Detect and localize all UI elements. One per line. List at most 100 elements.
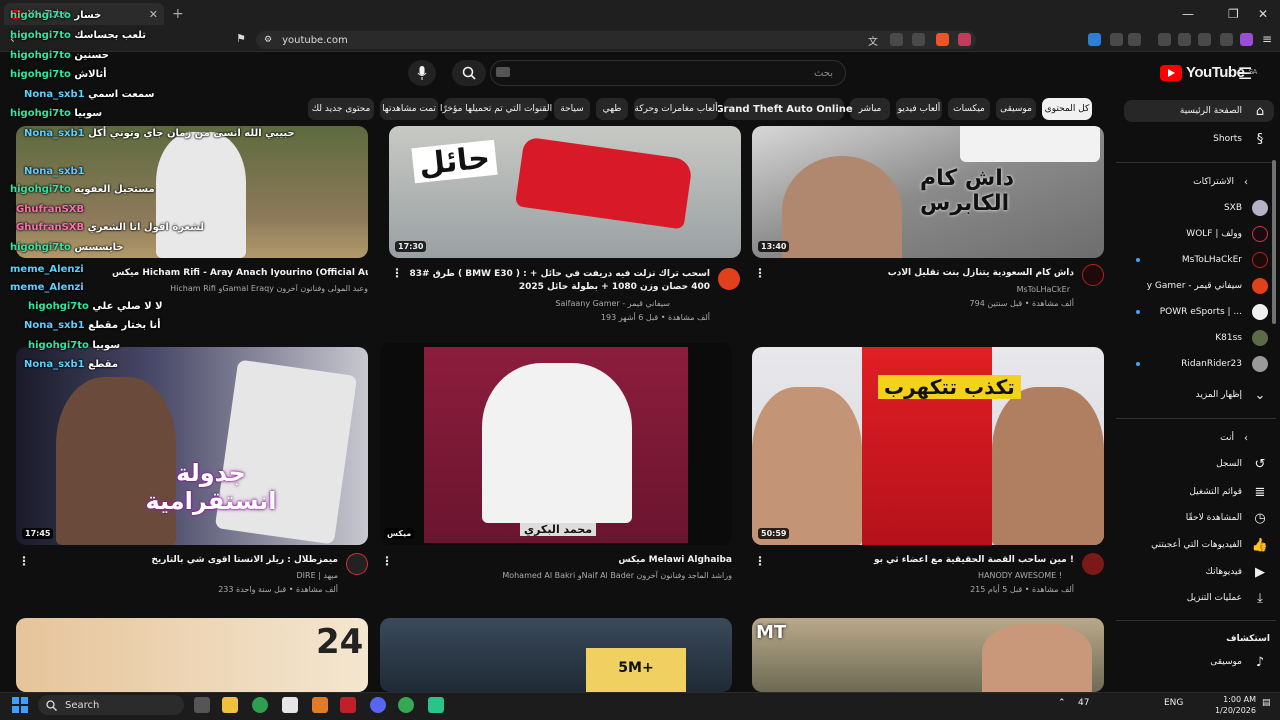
avatar[interactable] <box>1082 553 1104 575</box>
sidebar-item-music[interactable]: موسيقى ♪ <box>1124 651 1274 673</box>
video-thumbnail[interactable]: MT <box>752 618 1104 692</box>
more-options-icon[interactable]: ⋮ <box>18 554 30 568</box>
voice-search-button[interactable] <box>408 60 436 86</box>
windows-start-icon[interactable] <box>12 697 28 713</box>
chip[interactable]: ألعاب فيديو <box>896 98 942 120</box>
app-icon[interactable] <box>340 697 356 713</box>
notification-icon[interactable]: ▤ <box>1262 698 1271 708</box>
more-options-icon[interactable]: ⋮ <box>754 266 766 280</box>
search-input[interactable]: بحث <box>490 60 846 86</box>
sidebar-item-channel[interactable]: K81ss <box>1124 327 1274 349</box>
chrome-icon[interactable] <box>398 697 414 713</box>
bookmark-icon[interactable]: ⚑ <box>236 32 246 45</box>
video-channel[interactable]: DIRE | ميهد <box>40 571 338 580</box>
youtube-logo[interactable]: YouTube SA <box>1160 64 1257 81</box>
sidebar-item-downloads[interactable]: عمليات التنزيل ⤓ <box>1124 587 1274 609</box>
chip[interactable]: محتوى جديد لك <box>308 98 374 120</box>
video-thumbnail[interactable]: 5M+ <box>380 618 732 692</box>
cast-icon[interactable] <box>890 33 903 46</box>
chip[interactable]: القنوات التي تم تحميلها مؤخرًا <box>440 98 552 120</box>
video-channel[interactable]: HANODY AWESOME ! <box>770 571 1062 580</box>
wallet-icon[interactable] <box>1178 33 1191 46</box>
sidebar-item-channel[interactable]: MsToLHaCkEr <box>1124 249 1274 271</box>
video-thumbnail[interactable]: داش كام الكابرس 13:40 <box>752 126 1104 258</box>
chip[interactable]: موسيقى <box>996 98 1036 120</box>
extension-icon[interactable] <box>1088 33 1101 46</box>
extension-icon[interactable] <box>1110 33 1123 46</box>
language-indicator[interactable]: ENG <box>1164 698 1183 708</box>
chip-all[interactable]: كل المحتوى <box>1042 98 1092 120</box>
show-more-button[interactable]: إظهار المزيد ⌄ <box>1124 384 1274 406</box>
chip[interactable]: طهي <box>596 98 628 120</box>
minimize-icon[interactable]: — <box>1182 7 1194 21</box>
chat-username: Nona_sxb1 <box>24 359 85 370</box>
chip[interactable]: ألعاب مغامرات وحركة <box>634 98 718 120</box>
search-button[interactable] <box>452 60 486 86</box>
chip[interactable]: تمت مشاهدتها <box>380 98 438 120</box>
sidebar-toggle-icon[interactable] <box>1158 33 1171 46</box>
brave-shield-icon[interactable] <box>936 33 949 46</box>
you-header[interactable]: أنت ‹ <box>1124 427 1274 449</box>
tray-overflow-icon[interactable]: ⌃ <box>1058 698 1066 708</box>
sidebar-item-channel[interactable]: WOLF | وولف <box>1124 223 1274 245</box>
video-thumbnail[interactable]: محمد البكري ميكس <box>380 343 732 545</box>
app-icon[interactable] <box>312 697 328 713</box>
sidebar-item-history[interactable]: السجل ↺ <box>1124 453 1274 475</box>
video-channel[interactable]: MsToLHaCkEr <box>770 285 1070 294</box>
rewards-icon[interactable] <box>958 33 971 46</box>
extension-icon[interactable] <box>1128 33 1141 46</box>
video-thumbnail[interactable]: تكذب تتكهرب 50:59 <box>752 347 1104 545</box>
thumbnail-text: 5M+ <box>586 648 686 692</box>
video-channel[interactable]: Mohamed Al Bakri وNaif Al Bader وراشد ال… <box>400 571 732 580</box>
avatar[interactable] <box>718 268 740 290</box>
video-thumbnail[interactable]: حائل 17:30 <box>389 126 741 258</box>
maximize-icon[interactable]: ❐ <box>1228 7 1239 21</box>
site-info-icon[interactable]: ⚙ <box>264 35 272 45</box>
video-title[interactable]: ميمزطلال : ريلز الانستا اقوى شي بالتاريخ <box>40 555 338 565</box>
video-title[interactable]: مين ساحب القصة الحقيقية مع اعضاء ثي بو ! <box>770 555 1074 565</box>
chip[interactable]: ميكسات <box>948 98 990 120</box>
avatar <box>1252 304 1268 320</box>
app-icon[interactable] <box>428 697 444 713</box>
translate-icon[interactable]: 文 <box>868 33 881 48</box>
avatar[interactable] <box>1082 264 1104 286</box>
chrome-icon[interactable] <box>252 697 268 713</box>
close-window-icon[interactable]: ✕ <box>1258 7 1268 21</box>
more-options-icon[interactable]: ⋮ <box>754 554 766 568</box>
sidebar-item-channel[interactable]: y Gamer - سيفاني قيمر <box>1124 275 1274 297</box>
file-explorer-icon[interactable] <box>222 697 238 713</box>
sidebar-item-home[interactable]: الصفحة الرئيسية ⌂ <box>1124 100 1274 122</box>
extension-icon[interactable] <box>1220 33 1233 46</box>
clock[interactable]: 1:00 AM 1/20/2026 <box>1212 694 1256 716</box>
sidebar-item-playlists[interactable]: قوائم التشغيل ≣ <box>1124 481 1274 503</box>
sidebar-item-watch-later[interactable]: المشاهدة لاحقًا ◷ <box>1124 507 1274 529</box>
notepad-icon[interactable] <box>282 697 298 713</box>
extension-icon[interactable] <box>1198 33 1211 46</box>
chip[interactable]: Grand Theft Auto Online <box>715 98 853 120</box>
taskbar-search[interactable]: Search <box>38 695 184 715</box>
task-view-icon[interactable] <box>194 697 210 713</box>
sidebar-item-your-videos[interactable]: فيديوهاتك ▶ <box>1124 561 1274 583</box>
chip[interactable]: سياحة <box>554 98 590 120</box>
subscriptions-header[interactable]: الاشتراكات ‹ <box>1124 171 1274 193</box>
sidebar-item-channel[interactable]: SXB <box>1124 197 1274 219</box>
sidebar-item-liked[interactable]: الفيديوهات التي أعجبتني 👍 <box>1124 534 1274 556</box>
profile-icon[interactable] <box>1240 33 1253 46</box>
video-title[interactable]: داش كام السعودية يتنازل بنت تقليل الأدب <box>770 268 1074 278</box>
keyboard-icon[interactable] <box>496 67 510 77</box>
video-channel[interactable]: Saifaany Gamer - سيفاني قيمر <box>408 299 670 308</box>
video-title[interactable]: طرق #83 ( BMW E30 ) : اسحب تراك نزلت فيه… <box>408 268 710 296</box>
more-options-icon[interactable]: ⋮ <box>381 554 393 568</box>
menu-icon[interactable]: ≡ <box>1262 32 1272 46</box>
share-icon[interactable] <box>912 33 925 46</box>
video-thumbnail[interactable]: 24 <box>16 618 368 692</box>
video-title[interactable]: ميكس Melawi Alghaiba <box>400 555 732 565</box>
sidebar-item-shorts[interactable]: Shorts § <box>1124 128 1274 150</box>
more-options-icon[interactable]: ⋮ <box>391 266 403 280</box>
chip[interactable]: مباشر <box>850 98 890 120</box>
sidebar-item-channel[interactable]: POWR eSports | ... <box>1124 301 1274 323</box>
sidebar-scrollbar[interactable] <box>1272 160 1276 324</box>
sidebar-item-channel[interactable]: RidanRider23 <box>1124 353 1274 375</box>
avatar[interactable] <box>346 553 368 575</box>
discord-icon[interactable] <box>370 697 386 713</box>
